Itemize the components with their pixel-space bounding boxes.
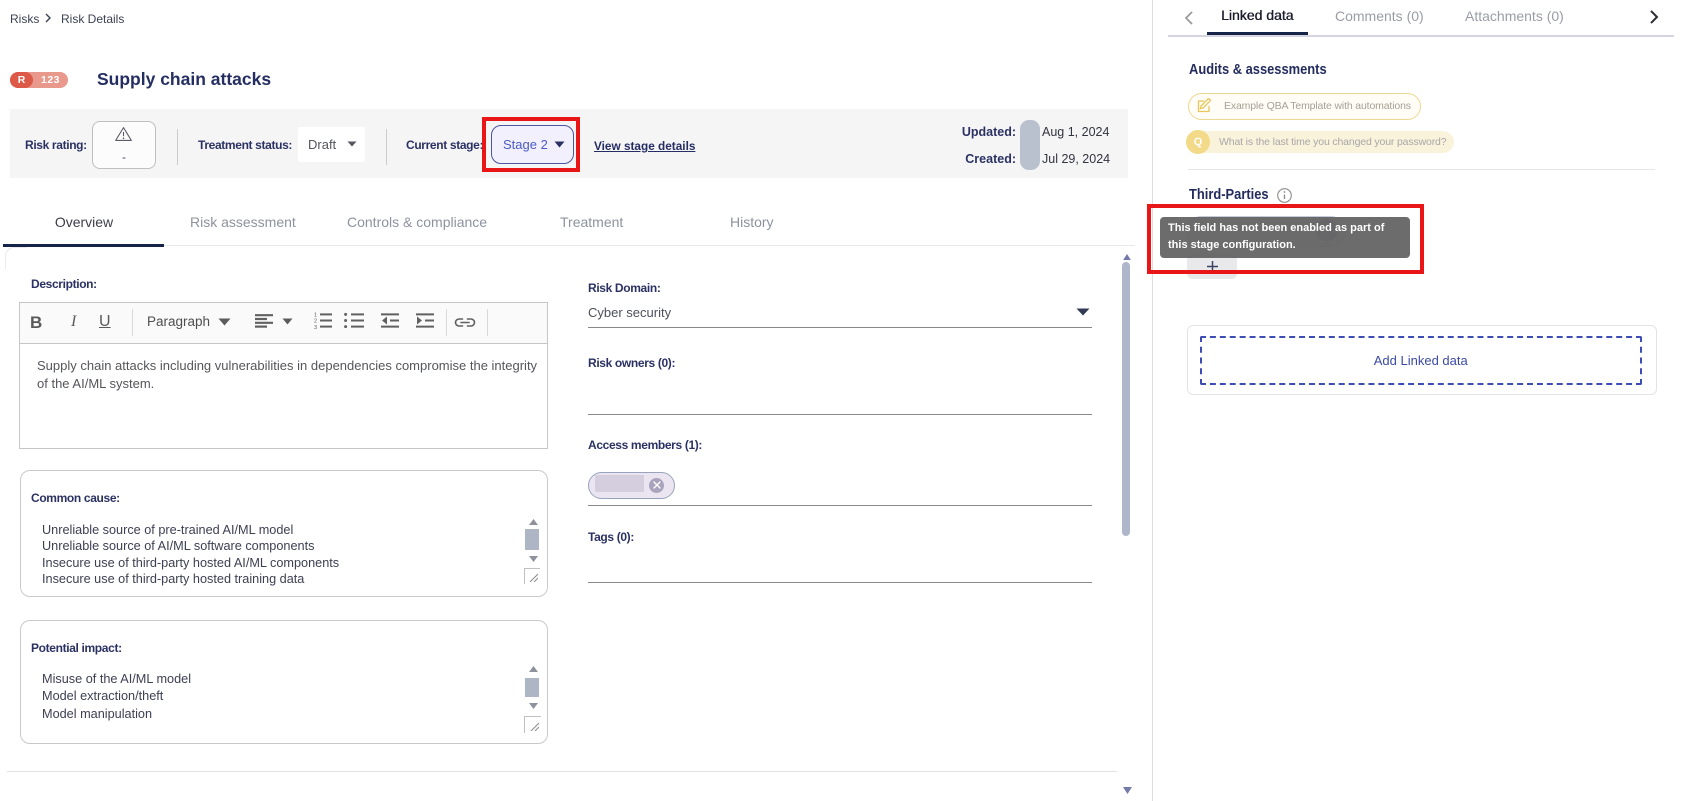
svg-text:3: 3 [314, 325, 317, 329]
svg-text:2: 2 [314, 319, 317, 325]
svg-text:1: 1 [314, 313, 317, 319]
